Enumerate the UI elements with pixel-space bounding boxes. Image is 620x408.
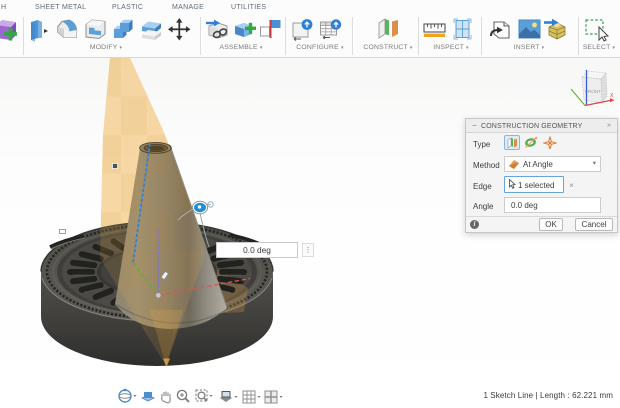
svg-text:FRONT: FRONT <box>585 89 601 94</box>
svg-text:X: X <box>610 93 614 99</box>
